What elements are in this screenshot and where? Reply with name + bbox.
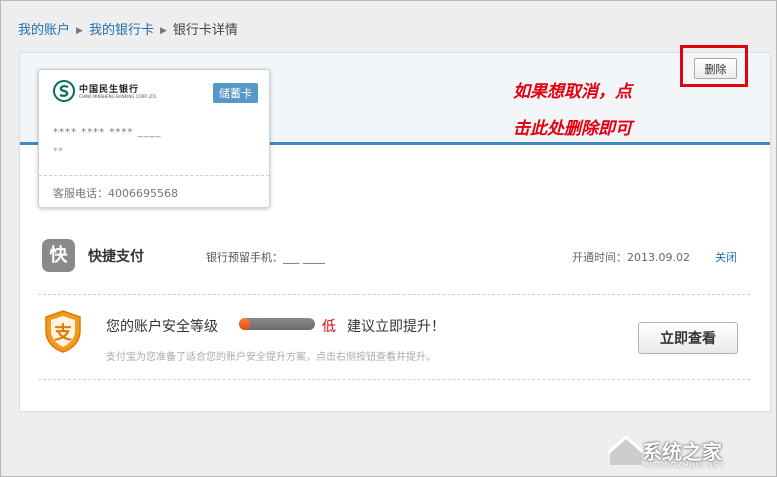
breadcrumb: 我的账户 ▶ 我的银行卡 ▶ 银行卡详情 xyxy=(18,19,238,38)
card-detail-panel: 中国民生银行 CHINA MINSHENG BANKING CORP.,LTD.… xyxy=(19,52,771,412)
bank-name-en: CHINA MINSHENG BANKING CORP.,LTD. xyxy=(79,94,158,99)
breadcrumb-my-account[interactable]: 我的账户 xyxy=(18,23,70,38)
card-holder: ** xyxy=(53,146,63,157)
service-phone: 客服电话：4006695568 xyxy=(53,187,178,200)
security-level-bar-fill xyxy=(239,318,251,330)
section-divider xyxy=(38,379,750,380)
reserved-mobile: 银行预留手机：___ ____ xyxy=(206,251,325,264)
watermark-url: XITONGZHIJIA.NET xyxy=(644,461,725,469)
delete-button[interactable]: 删除 xyxy=(694,58,737,79)
breadcrumb-my-bank-cards[interactable]: 我的银行卡 xyxy=(89,23,154,38)
card-type-badge: 储蓄卡 xyxy=(213,83,258,103)
shield-alipay-glyph: 支 xyxy=(53,322,73,344)
check-now-button[interactable]: 立即查看 xyxy=(638,322,738,354)
close-quick-pay-link[interactable]: 关闭 xyxy=(715,249,737,265)
card-number: **** **** **** ____ xyxy=(53,127,162,138)
shield-icon: 支 xyxy=(45,310,81,353)
quick-pay-icon: 快 xyxy=(42,239,75,272)
breadcrumb-separator-icon: ▶ xyxy=(159,26,167,36)
card-divider xyxy=(39,175,269,176)
quick-pay-title: 快捷支付 xyxy=(88,249,144,265)
annotation-line-1: 如果想取消，点 xyxy=(513,82,632,102)
annotation-line-2: 击此处删除即可 xyxy=(513,119,632,139)
breadcrumb-separator-icon: ▶ xyxy=(76,26,83,36)
minsheng-bank-logo-icon xyxy=(53,80,75,102)
security-subtext: 支付宝为您准备了适合您的账户安全提升方案，点击右侧按钮查看并提升。 xyxy=(106,352,436,363)
opened-date: 开通时间：2013.09.02 xyxy=(572,251,690,264)
bank-card: 中国民生银行 CHINA MINSHENG BANKING CORP.,LTD.… xyxy=(38,69,270,208)
watermark-logo-icon xyxy=(607,434,645,465)
security-level-label: 您的账户安全等级 xyxy=(106,319,218,335)
security-level-value: 低 xyxy=(322,319,336,335)
security-level-bar xyxy=(239,318,315,330)
security-advice: 建议立即提升！ xyxy=(347,319,445,335)
breadcrumb-current: 银行卡详情 xyxy=(172,23,238,38)
section-divider xyxy=(38,294,750,295)
